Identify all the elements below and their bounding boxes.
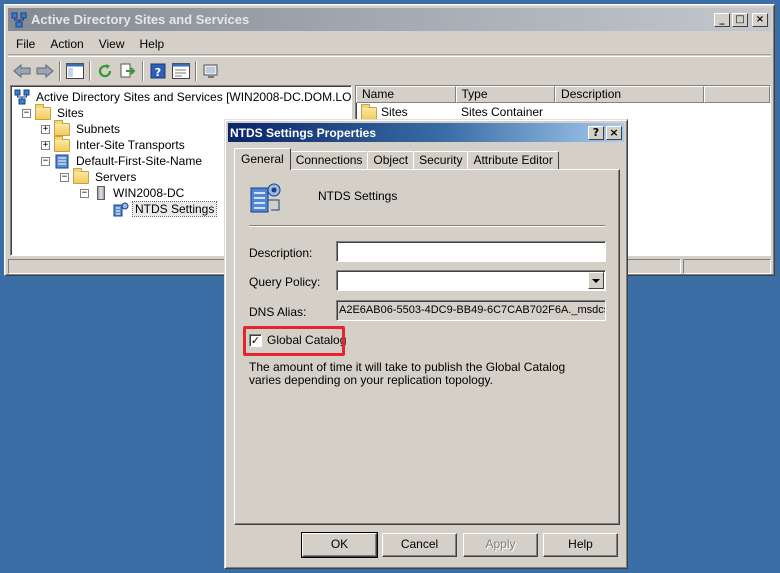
tree-label: NTDS Settings bbox=[131, 201, 218, 217]
collapse-icon[interactable]: − bbox=[22, 109, 31, 118]
svg-text:?: ? bbox=[155, 66, 161, 79]
folder-icon bbox=[35, 103, 51, 120]
dialog-close-button[interactable]: × bbox=[606, 125, 622, 140]
list-item-type: Sites Container bbox=[461, 104, 544, 119]
menu-action[interactable]: Action bbox=[42, 37, 90, 51]
main-window-title: Active Directory Sites and Services bbox=[31, 12, 250, 27]
object-name: NTDS Settings bbox=[318, 189, 398, 203]
global-catalog-note: The amount of time it will take to publi… bbox=[249, 360, 566, 387]
folder-icon bbox=[54, 135, 70, 152]
collapse-icon[interactable]: − bbox=[60, 173, 69, 182]
close-button[interactable]: × bbox=[752, 12, 768, 27]
toolbar-separator bbox=[59, 60, 61, 81]
toolbar: ? bbox=[8, 56, 771, 84]
menu-view[interactable]: View bbox=[91, 37, 132, 51]
apply-button[interactable]: Apply bbox=[463, 533, 538, 557]
sites-services-icon bbox=[14, 89, 30, 105]
ntds-settings-properties-dialog: NTDS Settings Properties ? × General Con… bbox=[224, 119, 628, 569]
dialog-title: NTDS Settings Properties bbox=[230, 125, 377, 140]
dns-alias-field[interactable]: A2E6AB06-5503-4DC9-BB49-6C7CAB702F6A._ms… bbox=[336, 300, 606, 321]
dialog-titlebar[interactable]: NTDS Settings Properties ? × bbox=[228, 123, 624, 142]
red-highlight-box bbox=[243, 326, 345, 356]
menu-bar: File Action View Help bbox=[8, 33, 771, 55]
tree-label: Servers bbox=[95, 170, 137, 184]
toolbar-separator bbox=[195, 60, 197, 81]
cancel-button[interactable]: Cancel bbox=[382, 533, 457, 557]
properties-icon[interactable] bbox=[171, 61, 191, 81]
help-button[interactable]: Help bbox=[543, 533, 618, 557]
chevron-down-icon bbox=[592, 278, 600, 283]
forward-icon[interactable] bbox=[35, 61, 55, 81]
tab-security[interactable]: Security bbox=[413, 151, 469, 170]
menu-file[interactable]: File bbox=[8, 37, 42, 51]
tree-label: Active Directory Sites and Services [WIN… bbox=[36, 90, 352, 104]
help-icon[interactable]: ? bbox=[148, 61, 168, 81]
ntds-settings-icon bbox=[249, 180, 283, 214]
list-cell-name: Sites bbox=[356, 103, 456, 120]
folder-icon bbox=[361, 103, 377, 120]
expand-icon[interactable]: + bbox=[41, 125, 50, 134]
connect-icon[interactable] bbox=[201, 61, 221, 81]
query-policy-dropdown[interactable] bbox=[336, 270, 606, 291]
tree-label: Inter-Site Transports bbox=[76, 138, 185, 152]
tree-label: Sites bbox=[57, 106, 84, 120]
tab-general[interactable]: General bbox=[234, 148, 291, 170]
tab-attribute-editor[interactable]: Attribute Editor bbox=[467, 151, 559, 170]
tree-label: Subnets bbox=[76, 122, 121, 136]
tab-object[interactable]: Object bbox=[367, 151, 415, 170]
list-item-name: Sites bbox=[381, 104, 408, 119]
tree-item-win2008-dc[interactable]: WIN2008-DC bbox=[93, 185, 186, 201]
minimize-button[interactable]: _ bbox=[714, 12, 730, 27]
tree-item-subnets[interactable]: Subnets bbox=[54, 119, 122, 137]
folder-icon bbox=[73, 167, 89, 184]
dropdown-button[interactable] bbox=[588, 272, 604, 289]
server-icon bbox=[97, 186, 105, 200]
query-policy-label: Query Policy: bbox=[249, 275, 321, 289]
toolbar-separator bbox=[89, 60, 91, 81]
collapse-icon[interactable]: − bbox=[41, 157, 50, 166]
column-description[interactable]: Description bbox=[555, 86, 705, 103]
toolbar-separator bbox=[142, 60, 144, 81]
export-list-icon[interactable] bbox=[118, 61, 138, 81]
tree-label: Default-First-Site-Name bbox=[76, 154, 203, 168]
column-filler bbox=[704, 86, 770, 103]
maximize-button[interactable]: □ bbox=[732, 12, 748, 27]
tab-connections[interactable]: Connections bbox=[289, 151, 369, 170]
column-name[interactable]: Name bbox=[356, 86, 456, 103]
description-field[interactable] bbox=[336, 241, 606, 262]
main-titlebar[interactable]: Active Directory Sites and Services _ □ … bbox=[8, 8, 771, 31]
separator bbox=[249, 225, 605, 227]
ntds-settings-icon bbox=[113, 201, 129, 217]
refresh-icon[interactable] bbox=[95, 61, 115, 81]
list-item[interactable]: Sites Sites Container bbox=[356, 103, 770, 120]
context-help-button[interactable]: ? bbox=[588, 125, 604, 140]
status-cell bbox=[683, 259, 771, 274]
ok-button[interactable]: OK bbox=[301, 532, 378, 558]
back-icon[interactable] bbox=[12, 61, 32, 81]
site-icon bbox=[54, 153, 70, 169]
tree-item-root[interactable]: Active Directory Sites and Services [WIN… bbox=[14, 89, 352, 105]
general-tab-panel: NTDS Settings Description: Query Policy:… bbox=[234, 169, 620, 525]
dns-alias-label: DNS Alias: bbox=[249, 305, 307, 319]
folder-icon bbox=[54, 119, 70, 136]
tab-strip: General Connections Object Security Attr… bbox=[234, 148, 559, 170]
expand-icon[interactable]: + bbox=[41, 141, 50, 150]
tree-label: WIN2008-DC bbox=[113, 186, 185, 200]
list-header: Name Type Description bbox=[356, 86, 770, 103]
tree-item-sites[interactable]: Sites bbox=[35, 103, 86, 121]
sites-services-icon bbox=[11, 12, 27, 28]
description-label: Description: bbox=[249, 246, 313, 260]
show-hide-tree-icon[interactable] bbox=[65, 61, 85, 81]
tree-item-ntds-settings[interactable]: NTDS Settings bbox=[113, 201, 218, 217]
menu-help[interactable]: Help bbox=[132, 37, 172, 51]
collapse-icon[interactable]: − bbox=[80, 189, 89, 198]
tree-item-servers[interactable]: Servers bbox=[73, 167, 138, 185]
tree-item-inter-site-transports[interactable]: Inter-Site Transports bbox=[54, 135, 187, 153]
column-type[interactable]: Type bbox=[455, 86, 556, 103]
tree-item-default-first-site-name[interactable]: Default-First-Site-Name bbox=[54, 153, 204, 169]
